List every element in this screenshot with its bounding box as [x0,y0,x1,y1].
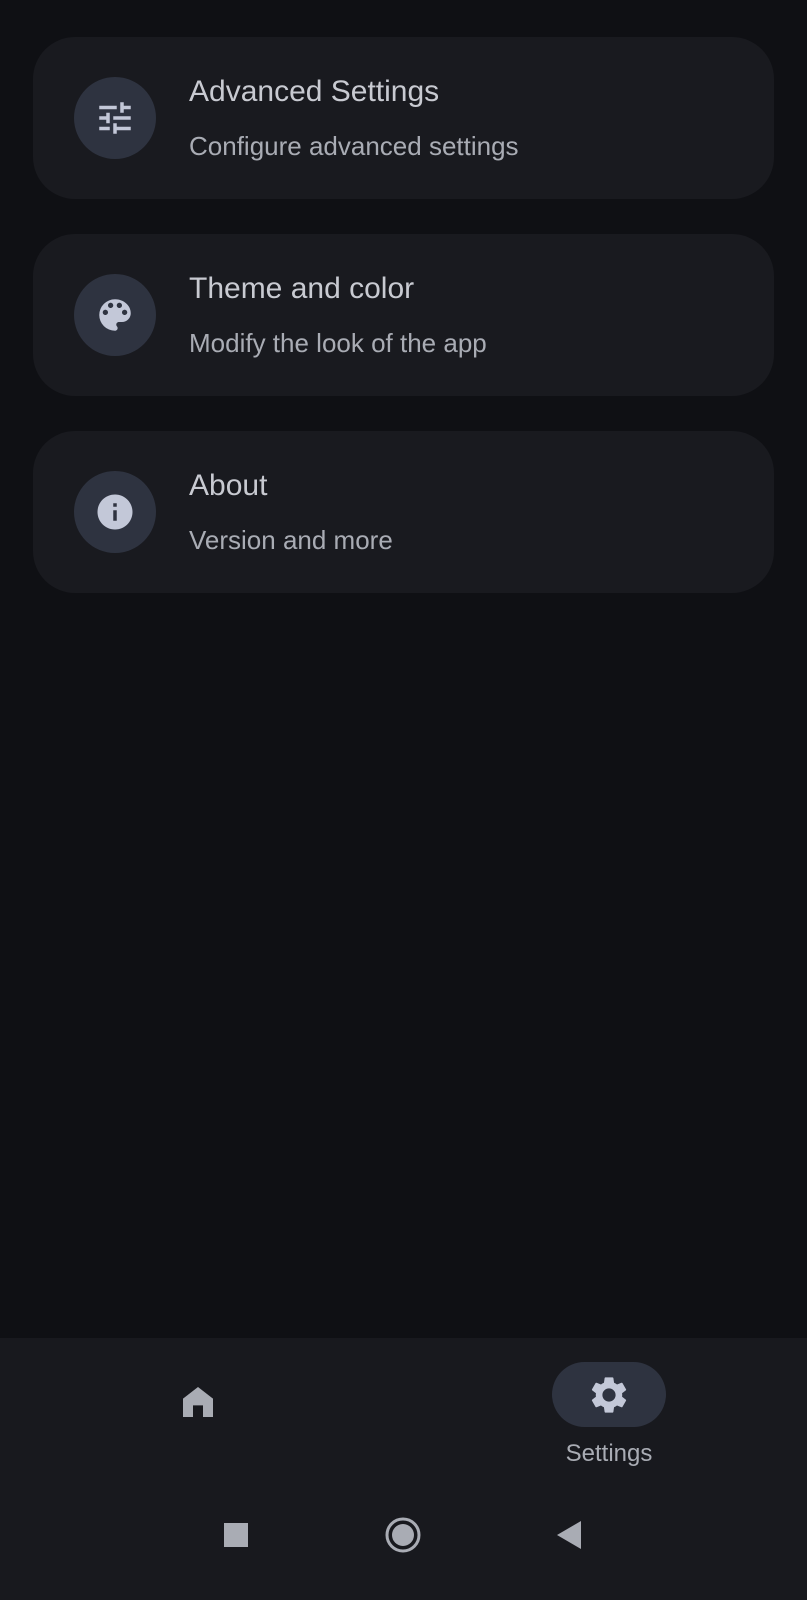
nav-settings-label: Settings [565,1440,653,1467]
system-home-button[interactable] [378,1510,428,1560]
palette-icon [74,274,156,356]
tune-icon [74,77,156,159]
advanced-settings-card[interactable]: Advanced Settings Configure advanced set… [33,37,774,199]
bottom-navigation-bar: Settings [0,1338,807,1484]
gear-icon [591,1376,627,1413]
card-title: Theme and color [189,272,415,305]
theme-and-color-card[interactable]: Theme and color Modify the look of the a… [33,234,774,396]
recents-square-icon [224,1523,248,1547]
recents-button[interactable] [211,1510,261,1560]
nav-settings-button[interactable]: Settings [532,1362,686,1472]
home-icon [183,1387,213,1417]
nav-home-button[interactable] [168,1372,228,1432]
system-navigation-bar [0,1484,807,1600]
card-subtitle: Configure advanced settings [189,131,519,161]
card-title: About [189,469,268,502]
info-icon [74,471,156,553]
settings-list: Advanced Settings Configure advanced set… [33,37,774,628]
back-button[interactable] [544,1510,594,1560]
card-subtitle: Modify the look of the app [189,328,487,358]
home-circle-icon [385,1517,421,1553]
card-title: Advanced Settings [189,75,440,108]
about-card[interactable]: About Version and more [33,431,774,593]
nav-settings-indicator [552,1362,666,1427]
card-subtitle: Version and more [189,525,393,555]
back-triangle-icon [557,1521,581,1549]
